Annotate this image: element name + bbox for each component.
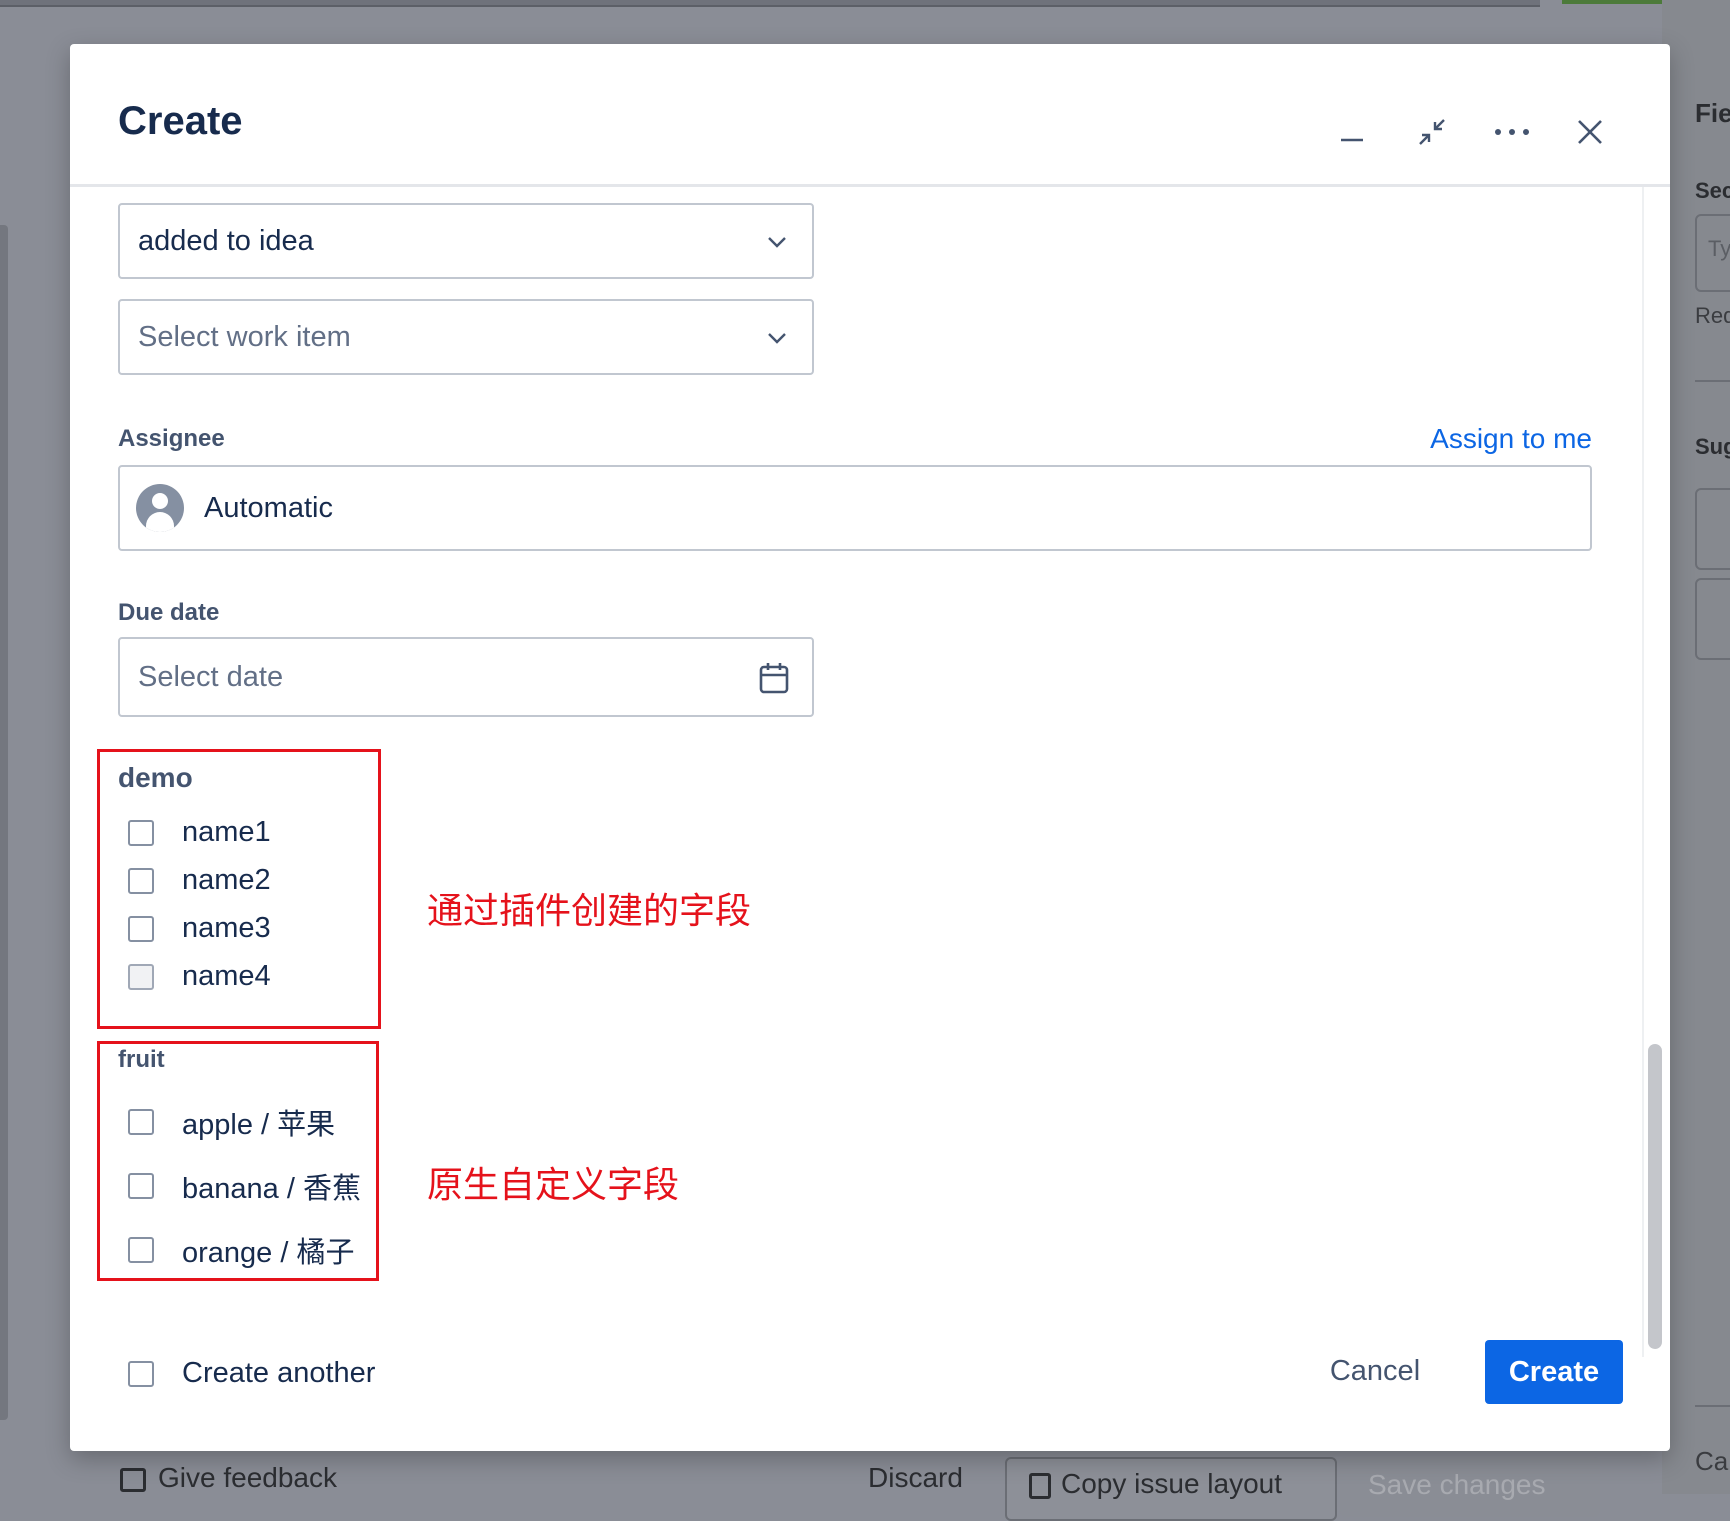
status-select[interactable]: added to idea bbox=[118, 203, 814, 279]
background-panel-req: Req bbox=[1695, 303, 1730, 328]
demo-option-name4[interactable]: name4 bbox=[128, 960, 271, 993]
avatar-icon bbox=[136, 484, 184, 532]
checkbox[interactable] bbox=[128, 867, 154, 894]
assignee-select[interactable]: Automatic bbox=[118, 465, 1592, 551]
demo-option-name3[interactable]: name3 bbox=[128, 912, 271, 945]
background-left-strip bbox=[0, 225, 8, 1420]
checkbox[interactable] bbox=[128, 963, 154, 990]
calendar-icon bbox=[759, 663, 789, 694]
checkbox[interactable] bbox=[128, 915, 154, 942]
create-button[interactable]: Create bbox=[1485, 1340, 1623, 1404]
assignee-value: Automatic bbox=[204, 491, 333, 524]
demo-option-name2[interactable]: name2 bbox=[128, 864, 271, 897]
save-changes-button[interactable]: Save changes bbox=[1340, 1457, 1600, 1517]
checkbox[interactable] bbox=[128, 1360, 154, 1387]
option-label: name1 bbox=[182, 816, 271, 848]
assign-to-me-link[interactable]: Assign to me bbox=[1430, 423, 1592, 455]
fruit-option-banana[interactable]: banana / 香蕉 bbox=[128, 1165, 361, 1207]
discard-button[interactable]: Discard bbox=[868, 1462, 963, 1502]
give-feedback-label: Give feedback bbox=[158, 1462, 337, 1493]
create-another-checkbox[interactable]: Create another bbox=[128, 1357, 375, 1390]
due-date-input[interactable]: Select date bbox=[118, 637, 814, 717]
annotation-plugin-field: 通过插件创建的字段 bbox=[427, 890, 752, 931]
chevron-down-icon bbox=[768, 237, 786, 248]
background-panel-section: Sec bbox=[1695, 178, 1730, 203]
demo-option-name1[interactable]: name1 bbox=[128, 816, 271, 849]
work-item-placeholder: Select work item bbox=[138, 320, 351, 353]
option-label: banana / 香蕉 bbox=[182, 1173, 361, 1205]
demo-group-label: demo bbox=[118, 762, 193, 793]
create-modal: Create added to idea Select work item As… bbox=[70, 44, 1670, 1451]
background-divider-2 bbox=[1695, 1405, 1730, 1407]
due-date-placeholder: Select date bbox=[138, 660, 284, 693]
chevron-down-icon bbox=[768, 333, 786, 344]
background-panel-input-text: Ty bbox=[1708, 236, 1730, 261]
close-icon[interactable] bbox=[1568, 110, 1612, 154]
option-label: orange / 橘子 bbox=[182, 1237, 355, 1269]
cancel-button[interactable]: Cancel bbox=[1315, 1340, 1435, 1402]
modal-title: Create bbox=[118, 99, 243, 143]
checkbox[interactable] bbox=[128, 1237, 154, 1263]
checkbox[interactable] bbox=[128, 819, 154, 846]
checkbox[interactable] bbox=[128, 1109, 154, 1135]
background-panel-card-2 bbox=[1695, 578, 1730, 660]
background-panel-sug: Sug bbox=[1695, 434, 1730, 459]
status-select-value: added to idea bbox=[138, 224, 314, 257]
background-divider bbox=[1695, 380, 1730, 382]
option-label: apple / 苹果 bbox=[182, 1109, 336, 1141]
fruit-option-apple[interactable]: apple / 苹果 bbox=[128, 1101, 335, 1143]
checkbox[interactable] bbox=[128, 1173, 154, 1199]
feedback-icon bbox=[120, 1467, 146, 1492]
background-panel-title: Fie bbox=[1695, 98, 1730, 128]
fruit-option-orange[interactable]: orange / 橘子 bbox=[128, 1229, 354, 1271]
option-label: name3 bbox=[182, 912, 271, 944]
assignee-label: Assignee bbox=[118, 425, 225, 452]
collapse-icon[interactable] bbox=[1410, 110, 1454, 154]
background-panel-ca: Ca bbox=[1695, 1446, 1729, 1476]
copy-layout-label: Copy issue layout bbox=[1061, 1468, 1283, 1499]
modal-header: Create bbox=[70, 44, 1670, 187]
background-panel-card-1 bbox=[1695, 488, 1730, 570]
minimize-icon[interactable] bbox=[1330, 110, 1374, 154]
background-topbar bbox=[0, 0, 1540, 7]
work-item-select[interactable]: Select work item bbox=[118, 299, 814, 375]
copy-layout-button[interactable]: Copy issue layout bbox=[1005, 1457, 1337, 1521]
due-date-label: Due date bbox=[118, 599, 220, 626]
scrollbar-thumb[interactable] bbox=[1648, 1044, 1662, 1349]
option-label: name2 bbox=[182, 864, 271, 896]
more-icon[interactable] bbox=[1490, 110, 1534, 154]
scroll-track bbox=[1642, 187, 1644, 1357]
create-another-label: Create another bbox=[182, 1357, 376, 1389]
copy-icon bbox=[1029, 1472, 1051, 1499]
annotation-native-field: 原生自定义字段 bbox=[427, 1164, 680, 1205]
option-label: name4 bbox=[182, 960, 271, 992]
save-changes-label: Save changes bbox=[1368, 1469, 1546, 1500]
fruit-group-label: fruit bbox=[118, 1046, 165, 1073]
give-feedback-link[interactable]: Give feedback bbox=[120, 1462, 337, 1502]
